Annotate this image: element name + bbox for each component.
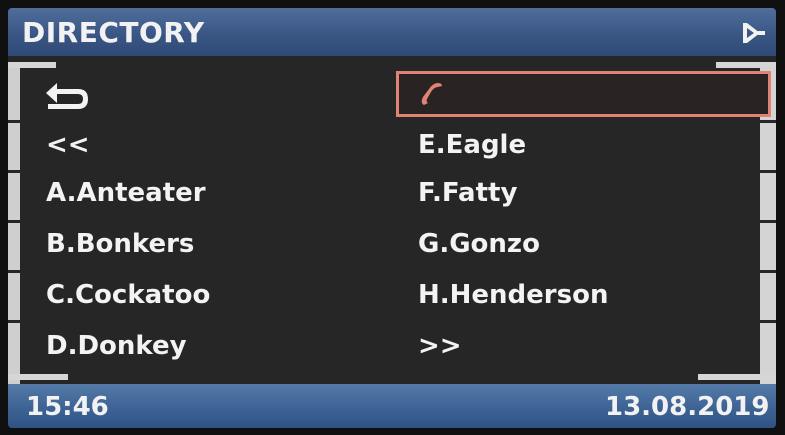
current-date: 13.08.2019 bbox=[605, 392, 770, 422]
frame-corner bbox=[716, 62, 776, 68]
frame-divider bbox=[760, 270, 776, 273]
frame-divider bbox=[8, 220, 20, 223]
list-item[interactable]: A.Anteater bbox=[46, 178, 206, 208]
left-frame bbox=[8, 66, 20, 384]
list-item[interactable]: E.Eagle bbox=[418, 130, 526, 160]
display-bezel: DIRECTORY << A.Anteater B.Bonkers C.Cock… bbox=[0, 0, 785, 435]
frame-corner bbox=[698, 374, 776, 380]
call-button[interactable] bbox=[396, 71, 771, 117]
frame-divider bbox=[8, 320, 20, 323]
title-bar: DIRECTORY bbox=[8, 8, 776, 56]
list-item[interactable]: C.Cockatoo bbox=[46, 280, 210, 310]
frame-divider bbox=[760, 170, 776, 173]
phone-handset-icon bbox=[421, 83, 442, 105]
frame-divider bbox=[8, 270, 20, 273]
list-item[interactable]: D.Donkey bbox=[46, 331, 187, 361]
next-page-button[interactable]: >> bbox=[418, 331, 462, 361]
frame-divider bbox=[760, 120, 776, 123]
list-item[interactable]: G.Gonzo bbox=[418, 229, 540, 259]
clock-time: 15:46 bbox=[26, 392, 109, 422]
status-bar: 15:46 13.08.2019 bbox=[8, 384, 776, 428]
page-title: DIRECTORY bbox=[22, 16, 205, 49]
frame-divider bbox=[760, 320, 776, 323]
frame-divider bbox=[8, 170, 20, 173]
frame-corner bbox=[8, 62, 56, 68]
screen: DIRECTORY << A.Anteater B.Bonkers C.Cock… bbox=[8, 8, 776, 428]
frame-divider bbox=[8, 120, 20, 123]
list-item[interactable]: F.Fatty bbox=[418, 178, 517, 208]
end-marker-icon bbox=[743, 23, 765, 43]
back-return-icon[interactable] bbox=[44, 82, 90, 114]
list-item[interactable]: H.Henderson bbox=[418, 280, 608, 310]
list-item[interactable]: B.Bonkers bbox=[46, 229, 194, 259]
prev-page-button[interactable]: << bbox=[46, 130, 90, 160]
frame-corner bbox=[8, 374, 68, 380]
frame-divider bbox=[760, 220, 776, 223]
